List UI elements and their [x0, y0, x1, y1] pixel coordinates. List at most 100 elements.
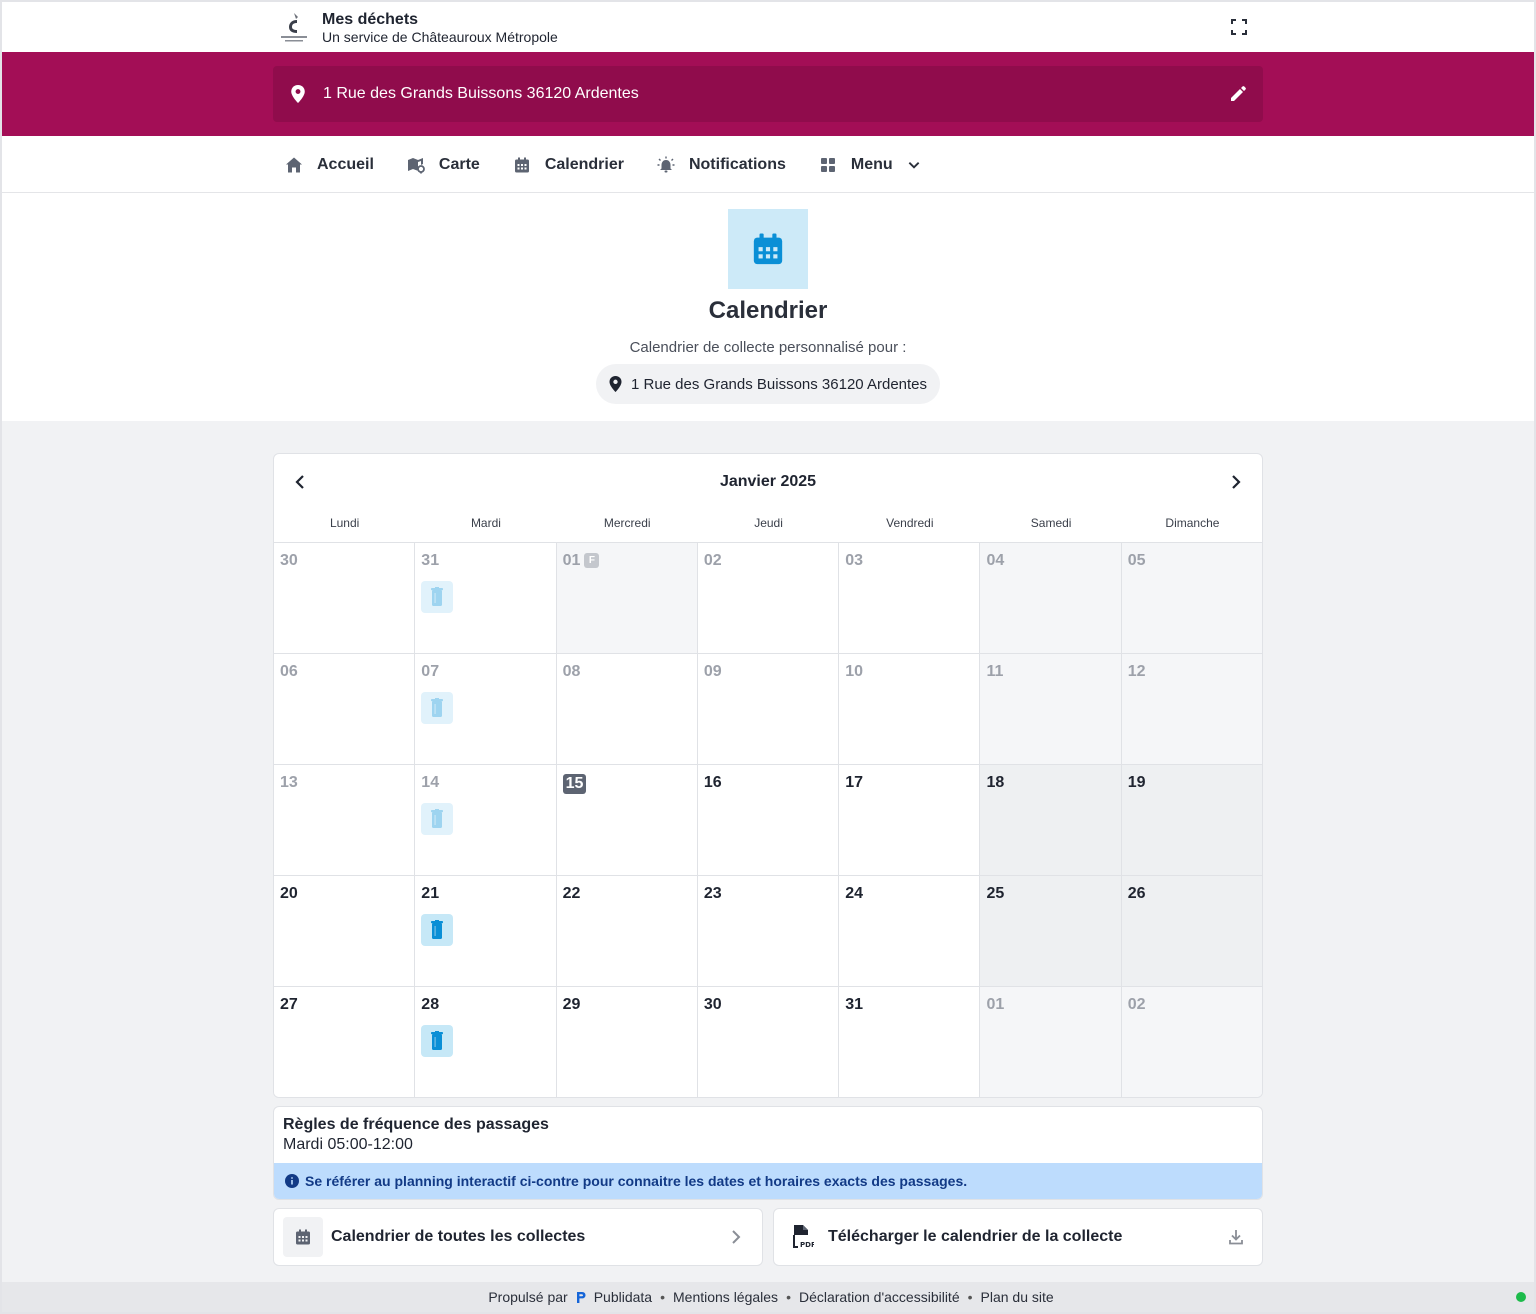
day-number: 12: [1127, 663, 1146, 680]
calendar-day-cell[interactable]: 16: [697, 765, 840, 875]
calendar-day-cell[interactable]: 08: [556, 654, 698, 764]
chevron-right-icon[interactable]: [1228, 474, 1244, 490]
calendar-day-cell[interactable]: 20: [274, 876, 416, 986]
weekday-label: Samedi: [1030, 516, 1072, 530]
calendar-day-cell[interactable]: 13: [274, 765, 416, 875]
powered-by-text: Propulsé par: [488, 1289, 568, 1305]
nav-label: Notifications: [688, 155, 786, 173]
calendar-day-cell[interactable]: 07: [415, 654, 557, 764]
grid-icon: [820, 157, 835, 172]
calendar-day-cell[interactable]: 11: [980, 654, 1122, 764]
calendar-day-cell[interactable]: 02: [1121, 987, 1262, 1097]
day-number: 14: [421, 774, 440, 791]
day-number: 31: [845, 996, 863, 1013]
waste-bin-icon[interactable]: [421, 914, 454, 946]
calendar-day-cell[interactable]: 01 F: [556, 543, 698, 653]
calendar-day-cell[interactable]: 26: [1121, 876, 1262, 986]
day-number: 16: [703, 774, 722, 791]
day-number: 18: [986, 774, 1005, 791]
nav-item-accueil[interactable]: Accueil: [285, 156, 374, 174]
day-number: 13: [280, 774, 298, 791]
calendar-day-cell[interactable]: 25: [980, 876, 1122, 986]
edit-pencil-icon[interactable]: [1229, 85, 1247, 103]
powered-by[interactable]: Propulsé par Publidata: [488, 1289, 652, 1305]
weekday-label: Mardi: [470, 516, 501, 530]
brand[interactable]: Mes déchets Un service de Châteauroux Mé…: [278, 11, 558, 46]
calendar-day-cell[interactable]: 04: [980, 543, 1122, 653]
calendar-day-cell[interactable]: 14: [415, 765, 557, 875]
calendar-day-cell[interactable]: 10: [839, 654, 981, 764]
day-number: 08: [562, 663, 581, 680]
day-number: 02: [1127, 996, 1146, 1013]
calendar-day-cell[interactable]: 17: [839, 765, 981, 875]
download-calendar-button[interactable]: PDF Télécharger le calendrier de la coll…: [773, 1208, 1263, 1266]
waste-bin-icon[interactable]: [421, 1025, 454, 1057]
weekday-label: Jeudi: [754, 516, 783, 530]
nav-item-carte[interactable]: Carte: [407, 156, 480, 174]
calendar-header: Janvier 2025: [274, 454, 1262, 510]
app-title: Mes déchets: [322, 11, 419, 28]
calendar-week-row: 13 14 15 16 17 18 19: [274, 765, 1262, 876]
legal-link[interactable]: Mentions légales: [673, 1289, 778, 1305]
weekday-label: Dimanche: [1165, 516, 1220, 530]
calendar-day-cell[interactable]: 24: [839, 876, 981, 986]
calendar-day-cell[interactable]: 31: [839, 987, 981, 1097]
calendar-day-cell[interactable]: 19: [1121, 765, 1262, 875]
day-number: 20: [280, 885, 298, 902]
calendar-day-cell[interactable]: 23: [697, 876, 840, 986]
day-number: 09: [703, 663, 722, 680]
weekday-row: Lundi Mardi Mercredi Jeudi Vendredi Same…: [274, 516, 1262, 542]
pdf-file-icon: PDF: [792, 1225, 816, 1249]
calendar-day-cell[interactable]: 30: [697, 987, 840, 1097]
calendar-day-cell[interactable]: 21: [415, 876, 557, 986]
calendar-day-cell[interactable]: 02: [697, 543, 840, 653]
fullscreen-icon[interactable]: [1230, 18, 1248, 36]
waste-bin-icon[interactable]: [421, 581, 454, 613]
calendar-day-cell[interactable]: 28: [415, 987, 557, 1097]
waste-bin-icon[interactable]: [421, 692, 454, 724]
calendar-day-cell[interactable]: 06: [274, 654, 416, 764]
calendar: Janvier 2025 Lundi Mardi Mercredi Jeudi …: [273, 453, 1263, 1098]
nav-label: Menu: [850, 155, 893, 173]
all-collections-button[interactable]: Calendrier de toutes les collectes: [273, 1208, 763, 1266]
accessibility-link[interactable]: Déclaration d'accessibilité: [799, 1289, 960, 1305]
address-box[interactable]: 1 Rue des Grands Buissons 36120 Ardentes: [273, 66, 1263, 122]
day-number: 30: [280, 552, 298, 569]
day-number: 03: [845, 552, 863, 569]
separator: •: [967, 1289, 973, 1305]
page-title: Calendrier: [708, 297, 828, 324]
calendar-day-cell[interactable]: 05: [1121, 543, 1262, 653]
calendar-day-cell[interactable]: 15: [556, 765, 698, 875]
day-number: 23: [703, 885, 722, 902]
frequency-rules: Règles de fréquence des passages Mardi 0…: [273, 1106, 1263, 1200]
map-icon: [407, 157, 425, 173]
nav-label: Calendrier: [544, 155, 624, 173]
calendar-day-cell[interactable]: 31: [415, 543, 557, 653]
calendar-day-cell[interactable]: 12: [1121, 654, 1262, 764]
calendar-day-cell[interactable]: 22: [556, 876, 698, 986]
calendar-day-cell[interactable]: 01: [980, 987, 1122, 1097]
calendar-icon: [728, 209, 808, 289]
nav-label: Carte: [438, 155, 480, 173]
address-bar: 1 Rue des Grands Buissons 36120 Ardentes: [2, 52, 1534, 136]
address-chip: 1 Rue des Grands Buissons 36120 Ardentes: [596, 364, 940, 404]
info-text: Se référer au planning interactif ci-con…: [305, 1173, 968, 1189]
day-number: 19: [1127, 774, 1146, 791]
calendar-day-cell[interactable]: 18: [980, 765, 1122, 875]
chevron-down-icon: [908, 161, 919, 169]
waste-bin-icon[interactable]: [421, 803, 454, 835]
calendar-day-cell[interactable]: 27: [274, 987, 416, 1097]
nav-item-calendrier[interactable]: Calendrier: [513, 156, 624, 174]
home-icon: [286, 157, 302, 172]
calendar-day-cell[interactable]: 09: [697, 654, 840, 764]
calendar-day-cell[interactable]: 03: [839, 543, 981, 653]
day-number: 17: [845, 774, 863, 791]
day-number: 28: [421, 996, 440, 1013]
calendar-day-cell[interactable]: 30: [274, 543, 416, 653]
nav-item-menu[interactable]: Menu: [819, 156, 921, 174]
calendar-week-row: 30 31 01 F 02 03 04 05: [274, 543, 1262, 654]
nav-item-notifications[interactable]: Notifications: [657, 156, 786, 174]
sitemap-link[interactable]: Plan du site: [981, 1289, 1054, 1305]
calendar-day-cell[interactable]: 29: [556, 987, 698, 1097]
holiday-badge: F: [584, 553, 600, 568]
